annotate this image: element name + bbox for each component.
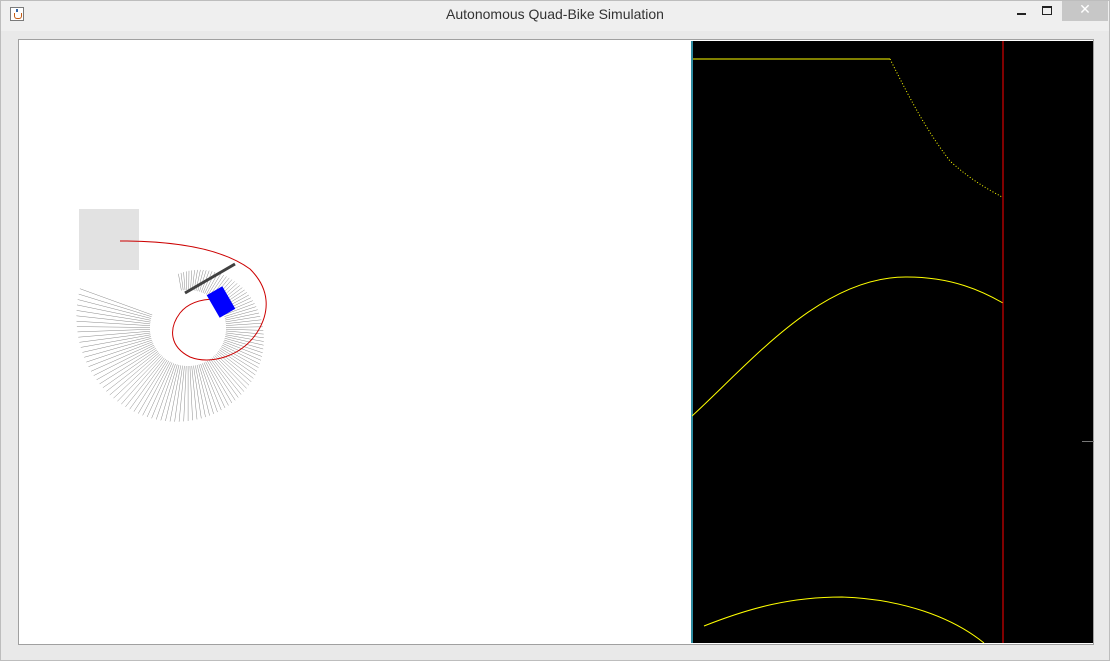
window-title: Autonomous Quad-Bike Simulation — [446, 6, 664, 22]
sensor-ray — [183, 272, 186, 291]
sensor-ray — [80, 334, 151, 348]
middle-curve — [692, 276, 1004, 417]
simulation-drawing — [76, 209, 267, 422]
sensor-ray — [186, 271, 188, 291]
sensor-ray — [225, 326, 263, 328]
sensor-ray — [196, 364, 210, 416]
sensor-ray — [133, 359, 168, 412]
sensor-ray — [76, 326, 151, 328]
sensor-ray — [178, 273, 182, 291]
sensor-ray — [76, 304, 151, 321]
sensor-ray — [225, 322, 263, 326]
sensor-ray — [77, 299, 152, 319]
simulation-canvas[interactable] — [20, 41, 692, 643]
side-tick-mark — [1082, 441, 1094, 442]
sensor-ray — [129, 358, 167, 410]
sensor-ray — [96, 346, 156, 381]
bottom-curve — [703, 596, 985, 643]
sensor-ray — [193, 365, 202, 419]
maximize-button[interactable] — [1034, 1, 1060, 23]
sensor-ray — [189, 365, 193, 421]
sensor-ray — [178, 365, 185, 422]
sensor-ray — [174, 365, 183, 422]
app-window: Autonomous Quad-Bike Simulation ✕ — [0, 0, 1110, 661]
sensor-ray — [198, 364, 214, 414]
sensor-ray — [210, 358, 239, 398]
sensor-ray — [225, 328, 264, 331]
sensor-ray — [191, 365, 198, 420]
sensor-ray — [160, 364, 178, 421]
minimize-button[interactable] — [1008, 1, 1034, 23]
sensor-ray — [225, 319, 262, 324]
sensor-ray — [142, 361, 171, 416]
content-frame — [18, 39, 1094, 645]
sensor-ray — [79, 288, 153, 316]
sensor-ray — [203, 362, 226, 409]
close-icon: ✕ — [1079, 2, 1091, 18]
sensor-ray — [208, 359, 236, 401]
maximize-icon — [1042, 6, 1052, 15]
sensor-ray — [77, 329, 151, 333]
title-bar[interactable]: Autonomous Quad-Bike Simulation ✕ — [1, 1, 1109, 31]
sensor-ray — [183, 365, 187, 422]
sensor-ray — [76, 320, 151, 326]
sensor-ray — [169, 365, 182, 422]
close-button[interactable]: ✕ — [1062, 1, 1108, 21]
graph-panel — [692, 41, 1093, 643]
sensor-ray — [223, 341, 262, 357]
sensor-ray — [76, 315, 151, 325]
sensor-ray — [214, 355, 247, 389]
graph-drawing — [692, 41, 1004, 643]
top-curve-dotted — [889, 58, 1003, 198]
sensor-ray — [225, 334, 264, 342]
sensor-ray — [180, 272, 184, 291]
sensor-ray — [212, 356, 245, 392]
sensor-ray — [190, 270, 193, 291]
sensor-ray — [78, 293, 152, 317]
sensor-ray — [76, 310, 151, 323]
minimize-icon — [1017, 13, 1026, 15]
sensor-ray — [82, 336, 152, 353]
